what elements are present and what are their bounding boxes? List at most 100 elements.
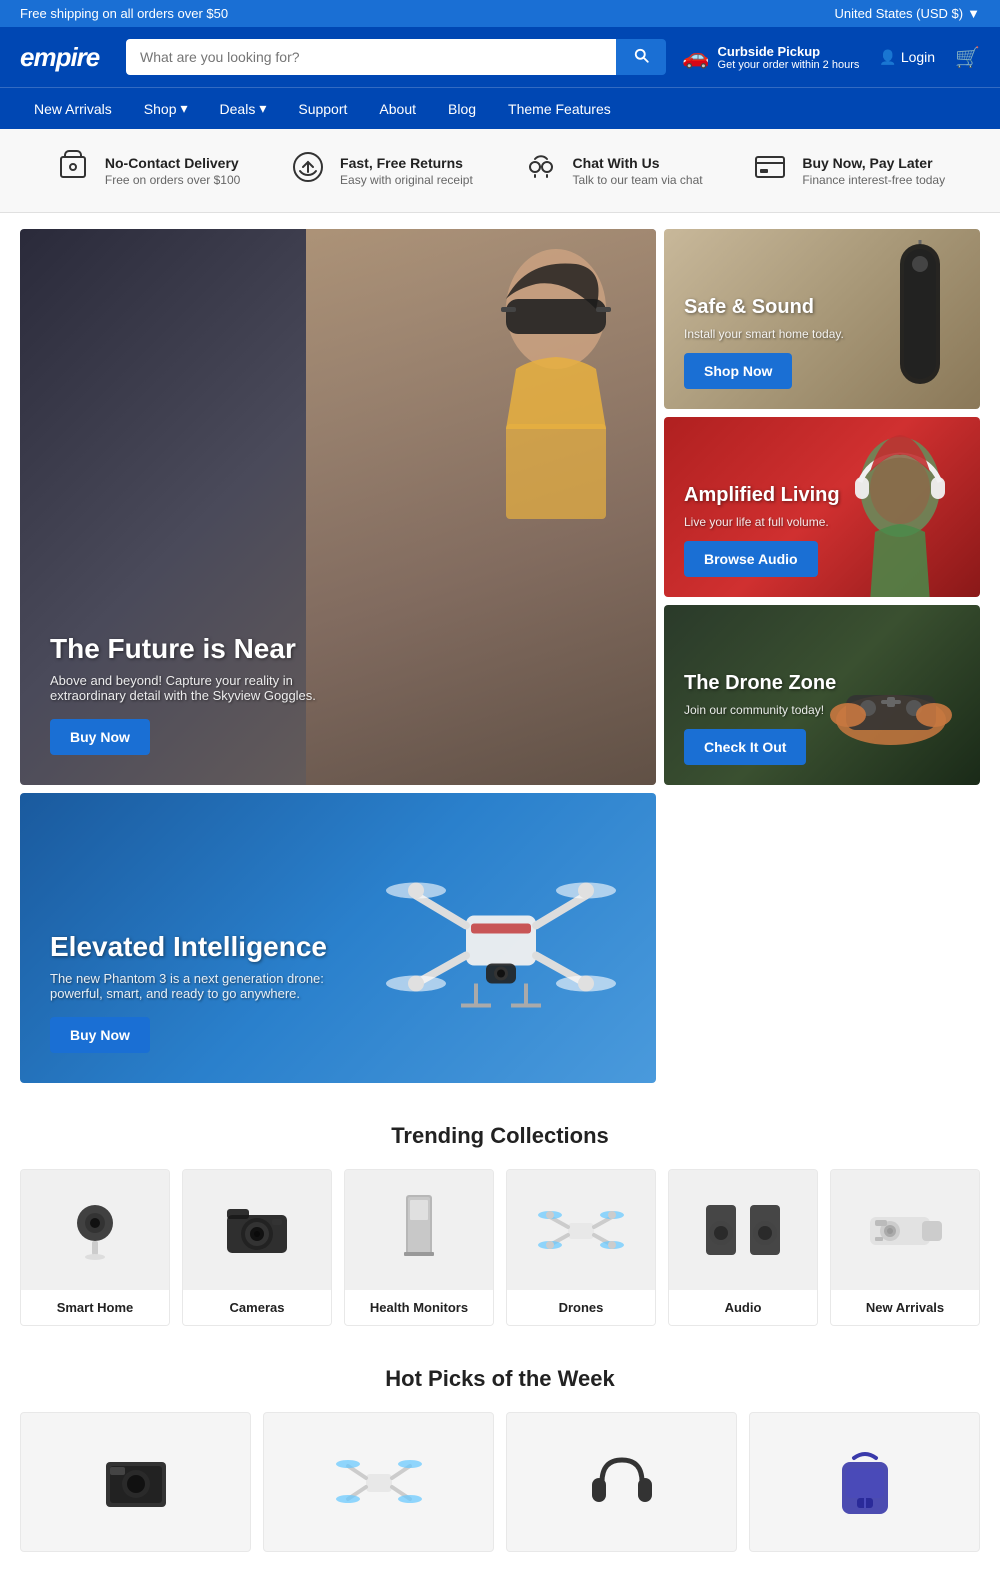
collection-img-new-arrivals <box>831 1170 979 1290</box>
search-icon <box>632 46 650 64</box>
logo[interactable]: empire <box>20 42 110 73</box>
collection-img-smart-home <box>21 1170 169 1290</box>
hero-vr-buy-button[interactable]: Buy Now <box>50 719 150 755</box>
hot-pick-4[interactable] <box>749 1412 980 1552</box>
hot-pick-1[interactable] <box>20 1412 251 1552</box>
audio-product-img <box>698 1195 788 1265</box>
currency-label: United States (USD $) <box>835 6 964 21</box>
hero-vr-content: The Future is Near Above and beyond! Cap… <box>50 633 350 755</box>
hero-audio-browse-button[interactable]: Browse Audio <box>684 541 818 577</box>
chat-icon <box>523 149 559 192</box>
hero-main-vr: The Future is Near Above and beyond! Cap… <box>20 229 656 785</box>
collection-img-audio <box>669 1170 817 1290</box>
trending-title: Trending Collections <box>0 1123 1000 1149</box>
hot-pick-img-1 <box>96 1442 176 1522</box>
hero-smart-content: Safe & Sound Install your smart home tod… <box>684 296 844 389</box>
collection-img-drones <box>507 1170 655 1290</box>
hero-drone-buy-button[interactable]: Buy Now <box>50 1017 150 1053</box>
hero-audio-content: Amplified Living Live your life at full … <box>684 484 840 577</box>
login-label: Login <box>901 49 935 65</box>
hot-pick-img-4 <box>830 1442 900 1522</box>
feature-title-chat: Chat With Us <box>573 155 703 171</box>
free-shipping-text: Free shipping on all orders over $50 <box>20 6 228 21</box>
hero-drone-zone: The Drone Zone Join our community today!… <box>664 605 980 785</box>
nav-support[interactable]: Support <box>284 89 361 129</box>
hero-vr-title: The Future is Near <box>50 633 350 665</box>
curbside-text: Curbside Pickup Get your order within 2 … <box>718 44 860 71</box>
pay-later-icon <box>752 149 788 192</box>
feature-pay-later: Buy Now, Pay Later Finance interest-free… <box>752 149 945 192</box>
hero-drone-zone-content: The Drone Zone Join our community today!… <box>684 672 836 765</box>
shop-chevron-icon: ▾ <box>181 100 188 117</box>
nav-deals[interactable]: Deals ▾ <box>206 88 281 129</box>
feature-title-returns: Fast, Free Returns <box>340 155 473 171</box>
deals-chevron-icon: ▾ <box>259 100 266 117</box>
curbside-desc: Get your order within 2 hours <box>718 59 860 71</box>
no-contact-icon <box>55 149 91 192</box>
nav-blog[interactable]: Blog <box>434 89 490 129</box>
nav-about[interactable]: About <box>365 89 430 129</box>
search-bar <box>126 39 666 75</box>
hot-pick-3[interactable] <box>506 1412 737 1552</box>
feature-desc-pay-later: Finance interest-free today <box>802 173 945 187</box>
nav-theme-features[interactable]: Theme Features <box>494 89 625 129</box>
hot-pick-img-2 <box>334 1442 424 1522</box>
smart-speaker-illustration <box>880 239 960 399</box>
collection-label-drones: Drones <box>507 1290 655 1325</box>
hot-pick-img-3 <box>582 1442 662 1522</box>
curbside-icon: 🚗 <box>682 44 709 70</box>
projector-product-img <box>860 1195 950 1265</box>
audio-person-illustration <box>828 417 970 597</box>
nav-shop[interactable]: Shop ▾ <box>130 88 202 129</box>
feature-returns: Fast, Free Returns Easy with original re… <box>290 149 473 192</box>
collection-label-cameras: Cameras <box>183 1290 331 1325</box>
hero-drone-title: Elevated Intelligence <box>50 931 350 963</box>
header: empire 🚗 Curbside Pickup Get your order … <box>0 27 1000 87</box>
hot-picks-grid <box>0 1412 1000 1552</box>
hero-drone-zone-title: The Drone Zone <box>684 672 836 695</box>
hero-smart-title: Safe & Sound <box>684 296 844 319</box>
hero-smart-desc: Install your smart home today. <box>684 327 844 341</box>
search-button[interactable] <box>616 39 666 75</box>
feature-title-no-contact: No-Contact Delivery <box>105 155 240 171</box>
hero-side-grid: Safe & Sound Install your smart home tod… <box>664 229 980 785</box>
hot-picks-title: Hot Picks of the Week <box>0 1366 1000 1392</box>
nav-new-arrivals[interactable]: New Arrivals <box>20 89 126 129</box>
collection-label-new-arrivals: New Arrivals <box>831 1290 979 1325</box>
chevron-down-icon: ▼ <box>967 6 980 21</box>
header-actions: 🚗 Curbside Pickup Get your order within … <box>682 44 980 71</box>
cart-button[interactable]: 🛒 <box>955 45 980 70</box>
drone-illustration <box>376 836 626 1036</box>
feature-desc-no-contact: Free on orders over $100 <box>105 173 240 187</box>
hero-drone-zone-button[interactable]: Check It Out <box>684 729 806 765</box>
search-input[interactable] <box>126 39 616 75</box>
hero-drone-zone-desc: Join our community today! <box>684 703 836 717</box>
hero-main-drone: Elevated Intelligence The new Phantom 3 … <box>20 793 656 1083</box>
feature-desc-chat: Talk to our team via chat <box>573 173 703 187</box>
hero-audio-desc: Live your life at full volume. <box>684 515 840 529</box>
hero-drone-content: Elevated Intelligence The new Phantom 3 … <box>50 931 350 1053</box>
health-monitor-product-img <box>384 1190 454 1270</box>
collection-label-audio: Audio <box>669 1290 817 1325</box>
login-button[interactable]: 👤 Login <box>879 49 935 66</box>
curbside-title: Curbside Pickup <box>718 44 860 59</box>
hero-grid: The Future is Near Above and beyond! Cap… <box>0 229 1000 1083</box>
hero-smart-home: Safe & Sound Install your smart home tod… <box>664 229 980 409</box>
hero-audio: Amplified Living Live your life at full … <box>664 417 980 597</box>
currency-selector[interactable]: United States (USD $) ▼ <box>835 6 980 21</box>
feature-no-contact: No-Contact Delivery Free on orders over … <box>55 149 240 192</box>
curbside-pickup[interactable]: 🚗 Curbside Pickup Get your order within … <box>682 44 859 71</box>
hero-vr-desc: Above and beyond! Capture your reality i… <box>50 673 350 703</box>
camera-product-img <box>217 1195 297 1265</box>
returns-icon <box>290 149 326 192</box>
main-nav: New Arrivals Shop ▾ Deals ▾ Support Abou… <box>0 87 1000 129</box>
collection-label-smart-home: Smart Home <box>21 1290 169 1325</box>
user-icon: 👤 <box>879 49 896 66</box>
drone-product-img <box>536 1195 626 1265</box>
hero-vr-illustration <box>376 229 656 519</box>
collection-img-health <box>345 1170 493 1290</box>
collection-label-health: Health Monitors <box>345 1290 493 1325</box>
hot-pick-2[interactable] <box>263 1412 494 1552</box>
hero-smart-shop-button[interactable]: Shop Now <box>684 353 792 389</box>
cart-icon: 🛒 <box>955 47 980 69</box>
